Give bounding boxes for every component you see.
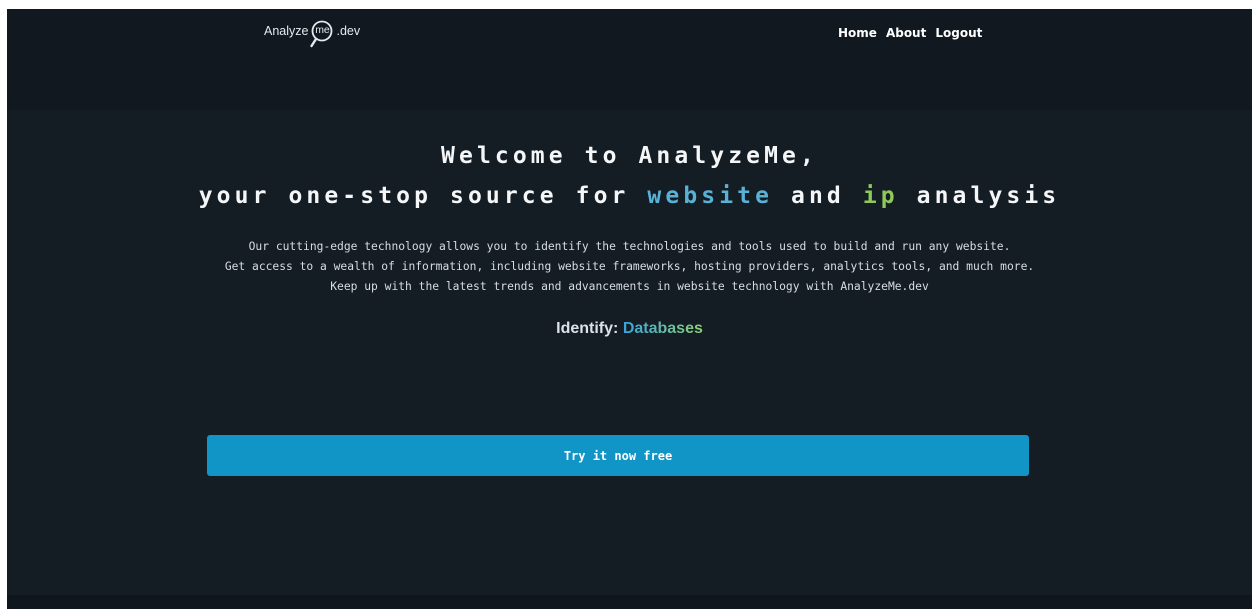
- hero-description-line: Get access to a wealth of information, i…: [224, 260, 1035, 273]
- hero-title-line-1: Welcome to AnalyzeMe,: [441, 143, 818, 169]
- nav-link-home[interactable]: Home: [838, 25, 877, 41]
- identify-value: Databases: [622, 320, 703, 337]
- identify-label: Identify:: [556, 320, 619, 337]
- hero-title-text: analysis: [898, 183, 1061, 209]
- logo-prefix: Analyze: [264, 24, 309, 38]
- try-it-now-button[interactable]: Try it now free: [207, 435, 1029, 476]
- hero-title-highlight-ip: ip: [862, 183, 899, 209]
- nav-link-logout[interactable]: Logout: [935, 25, 982, 41]
- logo-suffix: .dev: [336, 24, 361, 38]
- hero-section: Welcome to AnalyzeMe, your one-stop sour…: [7, 110, 1252, 595]
- nav-link-about[interactable]: About: [886, 25, 926, 41]
- logo-mark-text: me: [315, 24, 330, 36]
- navbar: Analyze me .dev Home About Logout: [7, 9, 1252, 110]
- identify-rotator: Identify: Databases: [7, 318, 1252, 340]
- hero-description-line: Our cutting-edge technology allows you t…: [248, 240, 1011, 253]
- nav-links: Home About Logout: [838, 25, 982, 41]
- hero-title-highlight-website: website: [647, 183, 774, 209]
- footer-strip: [7, 595, 1252, 609]
- hero-description-line: Keep up with the latest trends and advan…: [330, 280, 929, 293]
- app-frame: Analyze me .dev Home About Logout Welcom…: [7, 9, 1252, 609]
- hero-title-text: and: [773, 183, 863, 209]
- magnifier-icon: me: [309, 20, 335, 50]
- site-logo[interactable]: Analyze me .dev: [264, 20, 360, 52]
- hero-title-line-2: your one-stop source for website and ip …: [7, 180, 1252, 212]
- hero-title-text: your one-stop source for: [198, 183, 648, 209]
